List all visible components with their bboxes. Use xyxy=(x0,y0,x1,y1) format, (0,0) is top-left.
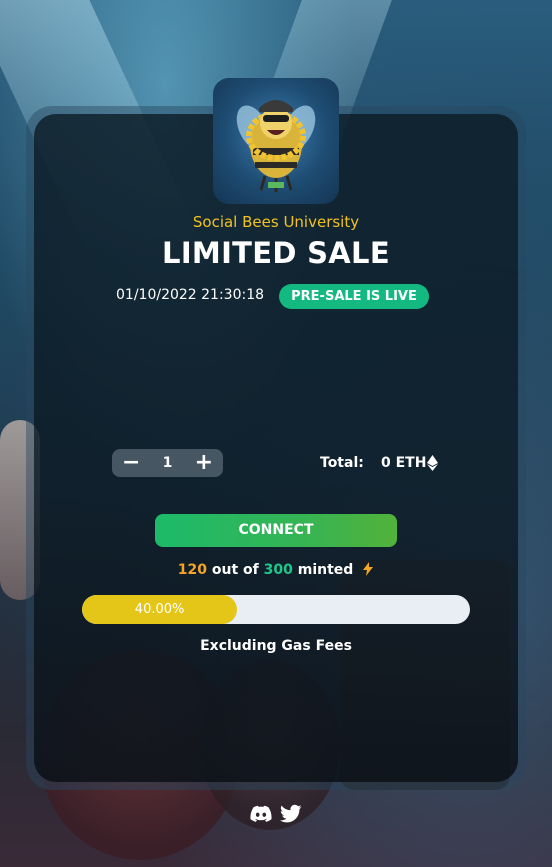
minted-number: 120 xyxy=(177,562,208,578)
supply-number: 300 xyxy=(263,562,293,578)
total-value: 0 ETH xyxy=(381,455,427,471)
gas-fee-note: Excluding Gas Fees xyxy=(200,638,352,654)
increment-button[interactable]: + xyxy=(195,449,213,477)
sale-datetime: 01/10/2022 21:30:18 xyxy=(116,287,265,303)
total-label: Total: xyxy=(320,455,364,471)
quantity-value: 1 xyxy=(162,455,173,471)
progress-percent-label: 40.00% xyxy=(134,602,185,617)
minted-count: 120 out of 300 minted xyxy=(0,562,552,578)
collection-avatar xyxy=(213,78,339,204)
status-badge: PRE-SALE IS LIVE xyxy=(279,284,429,309)
minted-text: minted xyxy=(297,562,354,578)
mint-progress-fill: 40.00% xyxy=(82,595,238,624)
lightning-icon xyxy=(363,562,374,576)
mint-progress-bar: 40.00% xyxy=(82,595,470,624)
bee-mascot-image xyxy=(236,100,316,192)
decrement-button[interactable]: − xyxy=(122,449,140,477)
ethereum-icon xyxy=(427,455,438,471)
discord-icon[interactable] xyxy=(250,804,272,824)
out-of-text: out of xyxy=(211,562,259,578)
collection-name: Social Bees University xyxy=(192,213,360,231)
page-title: LIMITED SALE xyxy=(162,236,390,270)
social-links xyxy=(0,804,552,824)
twitter-icon[interactable] xyxy=(280,804,302,824)
connect-button[interactable]: CONNECT xyxy=(155,514,397,547)
quantity-stepper: − 1 + xyxy=(112,449,223,477)
